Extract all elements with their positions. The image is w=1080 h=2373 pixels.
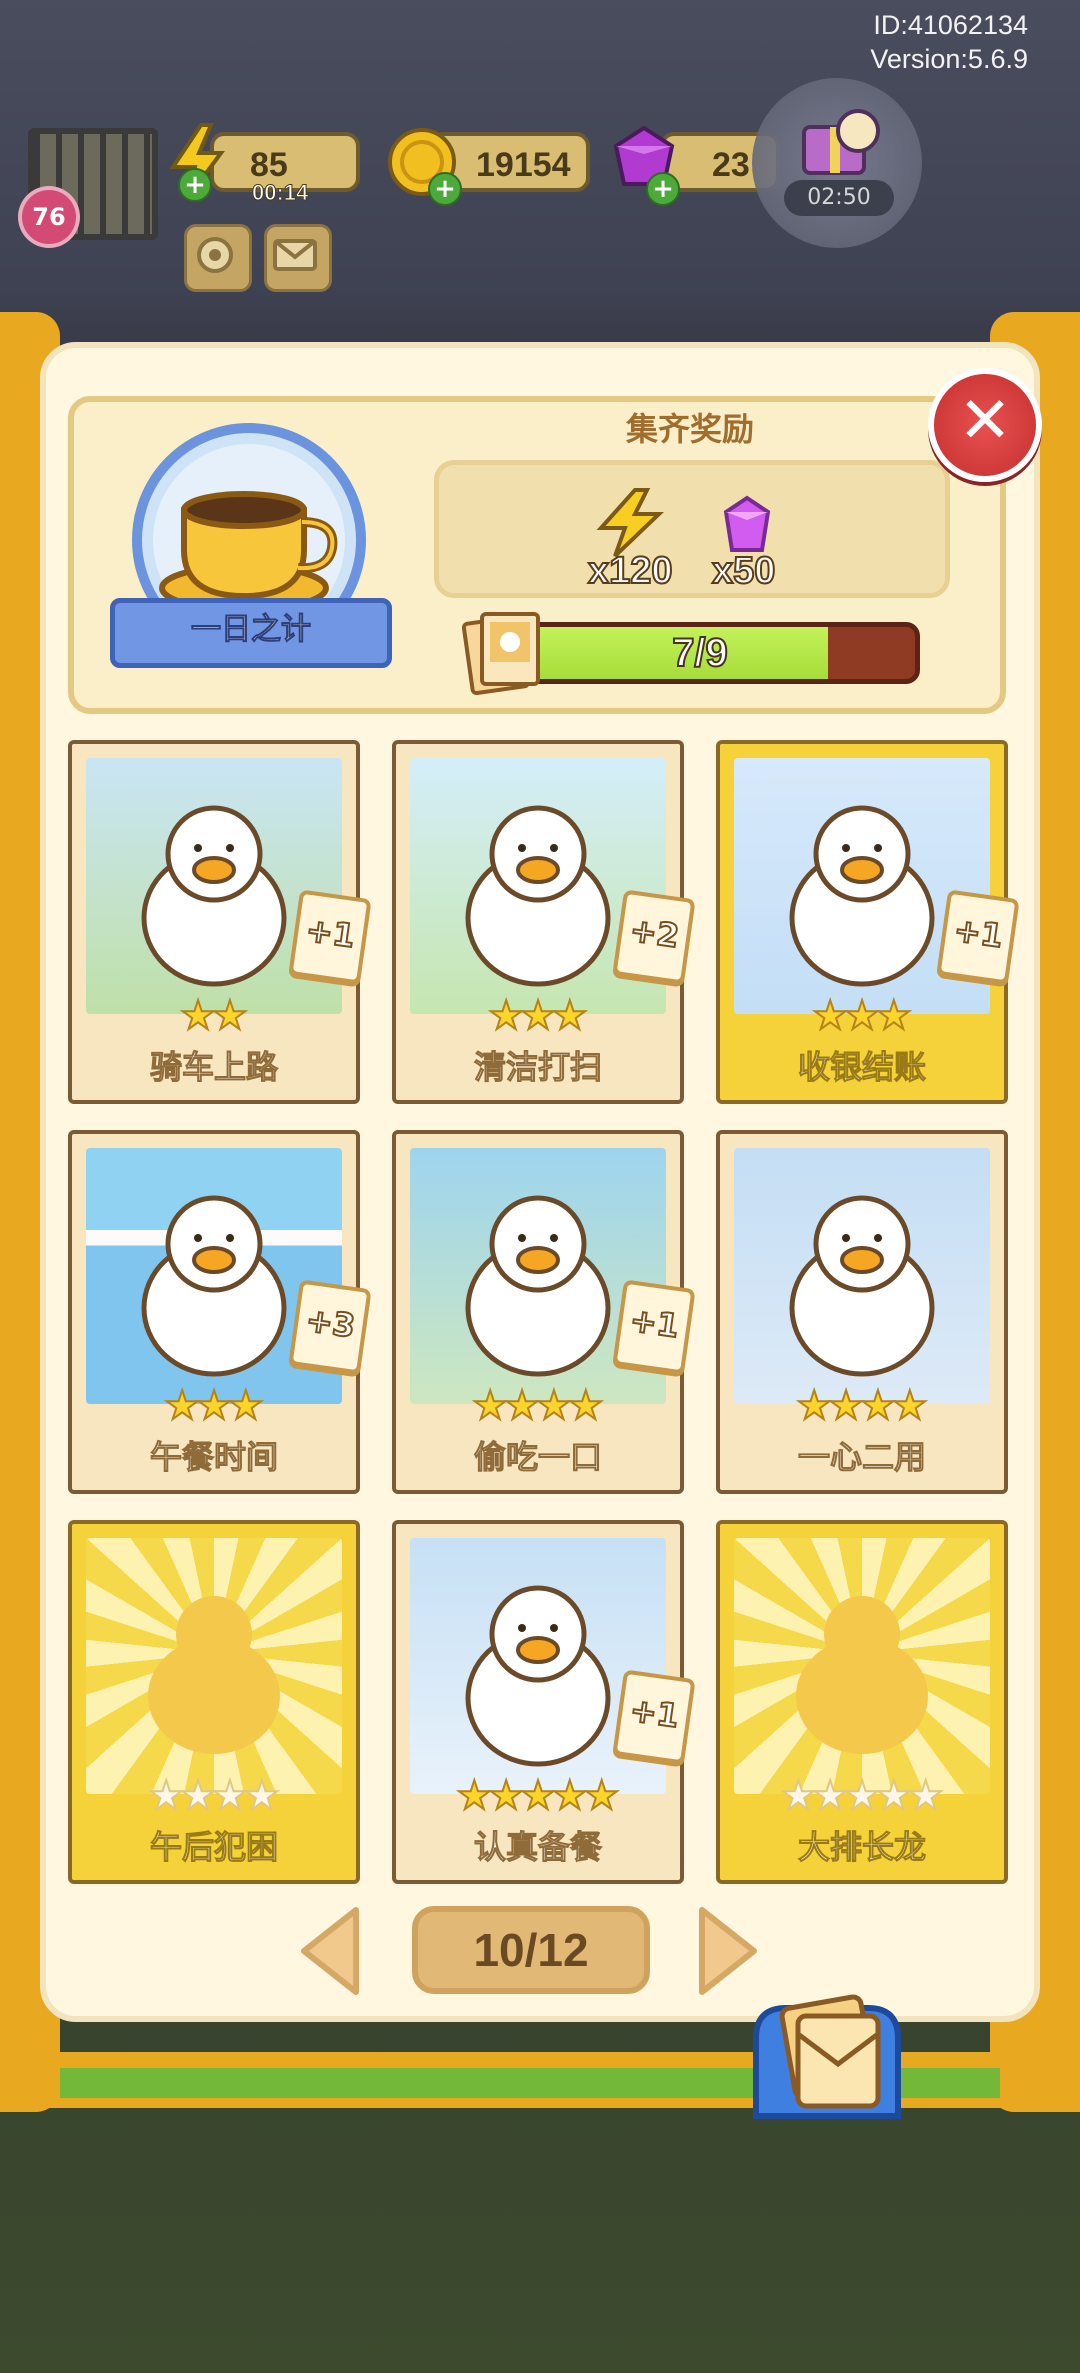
card-title: 清洁打扫 — [473, 1048, 602, 1087]
star-icon: ★ — [487, 993, 525, 1039]
star-icon: ★ — [179, 1773, 217, 1819]
card-title: 一心二用 — [797, 1438, 926, 1477]
star-icon: ★ — [519, 993, 557, 1039]
card-title: 午餐时间 — [149, 1438, 278, 1477]
star-icon: ★ — [227, 1383, 265, 1429]
star-icon: ★ — [519, 1773, 557, 1819]
card-star-rating: ★★★★ — [72, 1773, 356, 1819]
star-icon: ★ — [875, 993, 913, 1039]
settings-gear-icon[interactable] — [184, 224, 252, 292]
player-level-badge: 76 — [18, 186, 80, 248]
lightning-energy-icon — [580, 488, 680, 558]
album-card[interactable]: +1 ★★★★ 偷吃一口 — [392, 1130, 696, 1494]
star-icon: ★ — [567, 1383, 605, 1429]
card-title: 收银结账 — [797, 1048, 926, 1087]
purple-gem-icon — [712, 494, 782, 558]
card-illustration — [734, 1148, 990, 1404]
star-icon: ★ — [551, 993, 589, 1039]
duplicate-count-badge: +1 — [612, 1279, 696, 1375]
collection-progress-text: 7/9 — [671, 630, 729, 676]
version-text: Version:5.6.9 — [870, 44, 1028, 74]
energy-timer: 00:14 — [251, 180, 309, 206]
card-star-rating: ★★★★★ — [396, 1773, 680, 1819]
album-card[interactable]: +1 ★★★★★ 认真备餐 — [392, 1520, 696, 1884]
mail-envelope-icon[interactable] — [264, 224, 332, 292]
star-icon: ★ — [195, 1383, 233, 1429]
star-icon: ★ — [535, 1383, 573, 1429]
star-icon: ★ — [211, 993, 249, 1039]
card-album-button[interactable] — [742, 1994, 912, 2126]
card-star-rating: ★★★★★ — [720, 1773, 1004, 1819]
locked-card-silhouette — [86, 1538, 342, 1794]
gift-clock-icon — [790, 100, 886, 180]
gem-reward-count: x50 — [711, 549, 776, 593]
album-card[interactable]: ★★★★ 午后犯困 — [68, 1520, 360, 1884]
card-star-rating: ★★★ — [396, 993, 680, 1039]
next-page-arrow-icon[interactable] — [696, 1904, 760, 1998]
card-title: 骑车上路 — [149, 1048, 278, 1087]
album-card[interactable]: ★★★★ 一心二用 — [716, 1130, 1008, 1494]
album-card[interactable]: +2 ★★★ 清洁打扫 — [392, 740, 696, 1104]
duplicate-count-badge: +1 — [612, 1669, 696, 1765]
star-icon: ★ — [503, 1383, 541, 1429]
star-icon: ★ — [811, 993, 849, 1039]
star-icon: ★ — [891, 1383, 929, 1429]
star-icon: ★ — [487, 1773, 525, 1819]
star-icon: ★ — [471, 1383, 509, 1429]
card-title: 大排长龙 — [797, 1828, 926, 1867]
star-icon: ★ — [795, 1383, 833, 1429]
card-title: 午后犯困 — [149, 1828, 278, 1867]
reward-title: 集齐奖励 — [625, 410, 754, 448]
energy-reward-count: x120 — [587, 549, 674, 593]
star-icon: ★ — [583, 1773, 621, 1819]
star-icon: ★ — [875, 1773, 913, 1819]
star-icon: ★ — [843, 1773, 881, 1819]
card-star-rating: ★★★★ — [720, 1383, 1004, 1429]
star-icon: ★ — [859, 1383, 897, 1429]
star-icon: ★ — [779, 1773, 817, 1819]
coin-value: 19154 — [476, 146, 571, 184]
star-icon: ★ — [455, 1773, 493, 1819]
duplicate-count-badge: +1 — [936, 889, 1020, 985]
gem-value: 23 — [712, 146, 750, 184]
page-indicator: 10/12 — [412, 1906, 650, 1994]
player-id-text: ID:41062134 — [873, 10, 1028, 40]
coin-plus-icon[interactable]: + — [428, 172, 462, 206]
reward-items-box — [434, 460, 950, 598]
album-card[interactable]: +1 ★★ 骑车上路 — [68, 740, 372, 1104]
star-icon: ★ — [811, 1773, 849, 1819]
device-info: ID:41062134 Version:5.6.9 — [870, 8, 1028, 76]
duplicate-count-badge: +2 — [612, 889, 696, 985]
card-star-rating: ★★★ — [720, 993, 1004, 1039]
card-star-rating: ★★★★ — [396, 1383, 680, 1429]
star-icon: ★ — [843, 993, 881, 1039]
star-icon: ★ — [907, 1773, 945, 1819]
prev-page-arrow-icon[interactable] — [298, 1904, 362, 1998]
album-name: 一日之计 — [191, 612, 312, 648]
duplicate-count-badge: +1 — [288, 889, 372, 985]
card-star-rating: ★★★ — [72, 1383, 356, 1429]
star-icon: ★ — [147, 1773, 185, 1819]
card-title: 认真备餐 — [473, 1828, 602, 1867]
album-card[interactable]: +1 ★★★ 收银结账 — [716, 740, 1020, 1104]
star-icon: ★ — [163, 1383, 201, 1429]
star-icon: ★ — [211, 1773, 249, 1819]
event-timer: 02:50 — [784, 180, 894, 216]
star-icon: ★ — [827, 1383, 865, 1429]
album-card[interactable]: +3 ★★★ 午餐时间 — [68, 1130, 372, 1494]
star-icon: ★ — [551, 1773, 589, 1819]
locked-card-silhouette — [734, 1538, 990, 1794]
card-title: 偷吃一口 — [473, 1438, 602, 1477]
star-icon: ★ — [243, 1773, 281, 1819]
gem-plus-icon[interactable]: + — [646, 172, 680, 206]
album-card[interactable]: ★★★★★ 大排长龙 — [716, 1520, 1008, 1884]
close-button[interactable]: ✕ — [928, 368, 1042, 482]
star-icon: ★ — [179, 993, 217, 1039]
energy-plus-icon[interactable]: + — [178, 168, 212, 202]
card-star-rating: ★★ — [72, 993, 356, 1039]
duplicate-count-badge: +3 — [288, 1279, 372, 1375]
